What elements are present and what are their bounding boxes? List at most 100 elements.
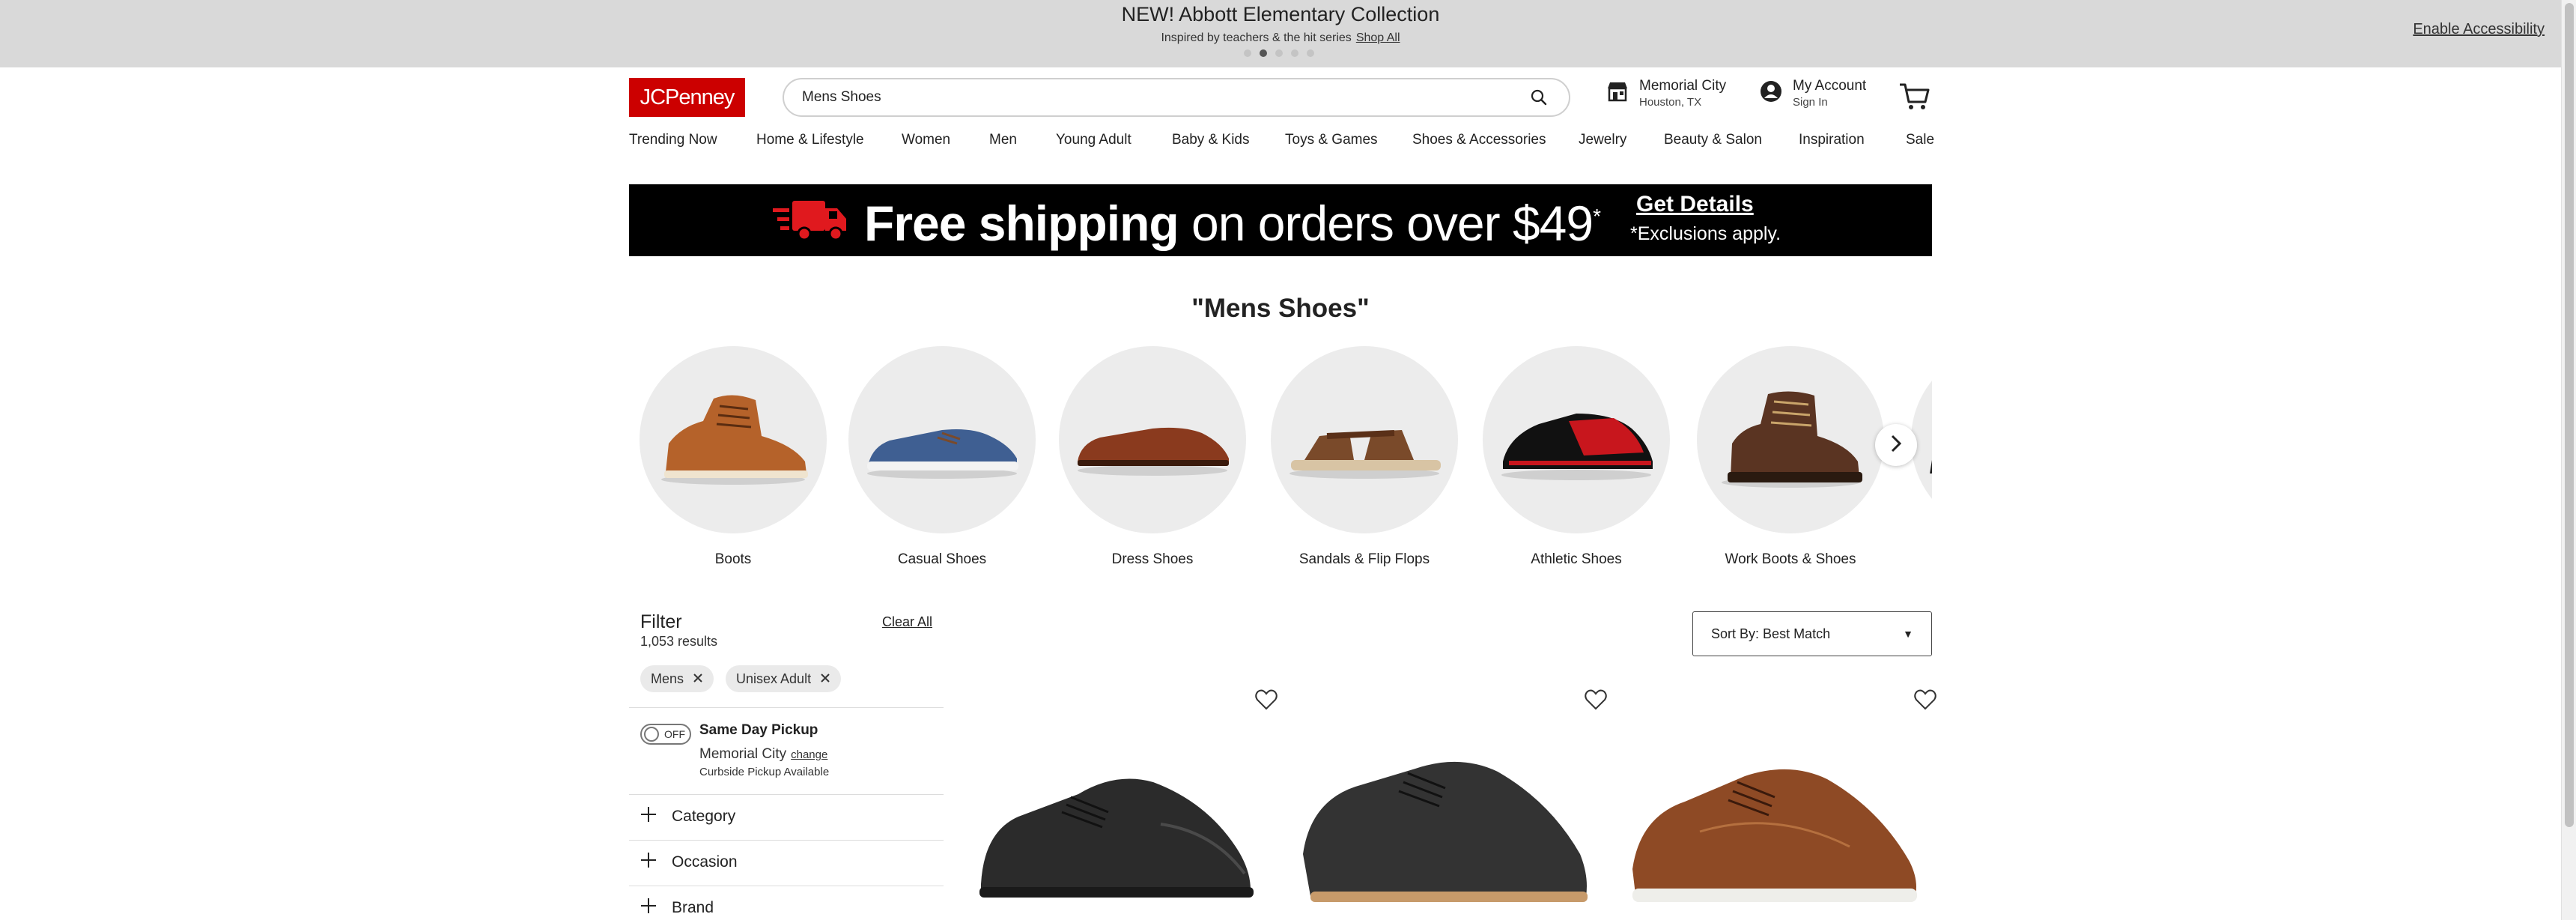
nav-item-men[interactable]: Men [989, 132, 1017, 148]
nav-item-jewelry[interactable]: Jewelry [1579, 132, 1626, 148]
delivery-truck-icon [771, 198, 849, 246]
account-label: My Account [1793, 78, 1867, 94]
clear-all-link[interactable]: Clear All [882, 614, 932, 630]
facet-label: Occasion [672, 853, 738, 871]
search-results-title: "Mens Shoes" [1191, 294, 1370, 323]
filter-chip-unisex-adult[interactable]: Unisex Adult [726, 665, 842, 692]
sort-dropdown[interactable]: Sort By: Best Match ▼ [1692, 611, 1932, 656]
scrollbar-thumb[interactable] [2565, 3, 2574, 827]
category-label: Athletic Shoes [1531, 551, 1622, 567]
chip-label: Unisex Adult [736, 671, 812, 686]
facet-label: Brand [672, 899, 714, 916]
get-details-link[interactable]: Get Details [1636, 192, 1754, 217]
store-text: Memorial City Houston, TX [1639, 78, 1726, 109]
result-count: 1,053 results [640, 634, 718, 649]
product-image [979, 778, 1254, 898]
close-icon[interactable] [820, 671, 830, 687]
filter-chip-mens[interactable]: Mens [640, 665, 714, 692]
category-image [1483, 346, 1670, 533]
account-text: My Account Sign In [1793, 78, 1866, 109]
divider [629, 840, 944, 841]
toggle-state: OFF [664, 728, 685, 740]
promo-dot[interactable] [1244, 49, 1251, 57]
category-image [1059, 346, 1246, 533]
carousel-next-button[interactable] [1875, 424, 1917, 466]
sign-in-link[interactable]: Sign In [1793, 96, 1866, 109]
category-label: Boots [714, 551, 752, 567]
nav-item-women[interactable]: Women [902, 132, 950, 148]
chip-label: Mens [651, 671, 684, 686]
store-name: Memorial City [1639, 78, 1727, 94]
category-label: Dress Shoes [1111, 551, 1194, 567]
category-tile-casual-shoes[interactable]: Casual Shoes [848, 346, 1036, 568]
facet-occasion[interactable]: Occasion [640, 852, 738, 873]
nav-item-home-lifestyle[interactable]: Home & Lifestyle [756, 132, 864, 148]
plus-icon [640, 898, 657, 919]
product-image [1303, 761, 1588, 902]
filter-heading: Filter [640, 611, 682, 632]
search-icon[interactable] [1524, 82, 1554, 112]
category-label: Sandals & Flip Flops [1298, 551, 1430, 567]
promo-dot[interactable] [1291, 49, 1298, 57]
heart-icon[interactable] [1585, 689, 1607, 714]
category-label: Casual Shoes [897, 551, 987, 567]
category-tile-boots[interactable]: Boots [640, 346, 827, 568]
nav-item-toys-games[interactable]: Toys & Games [1285, 132, 1378, 148]
banner-headline: Free shipping on orders over $49* [864, 195, 1601, 252]
category-image [1271, 346, 1458, 533]
category-tile-dress-shoes[interactable]: Dress Shoes [1059, 346, 1246, 568]
account-icon [1760, 80, 1782, 106]
jcpenney-logo[interactable]: JCPenney [629, 78, 745, 117]
nav-item-young-adult[interactable]: Young Adult [1056, 132, 1131, 148]
product-card[interactable] [1625, 682, 1939, 920]
store-selector[interactable]: Memorial City Houston, TX [1606, 78, 1726, 109]
page-scrollbar[interactable] [2561, 0, 2576, 920]
nav-item-sale[interactable]: Sale [1906, 132, 1934, 148]
search-bar [783, 78, 1570, 117]
category-tile-athletic-shoes[interactable]: Athletic Shoes [1483, 346, 1670, 568]
same-day-pickup-toggle[interactable]: OFF [640, 724, 691, 745]
facet-category[interactable]: Category [640, 806, 735, 827]
close-icon[interactable] [693, 671, 703, 687]
heart-icon[interactable] [1255, 689, 1278, 714]
cart-icon[interactable] [1898, 82, 1930, 115]
heart-icon[interactable] [1914, 689, 1936, 714]
banner-asterisk: * [1593, 205, 1601, 228]
account-menu[interactable]: My Account Sign In [1760, 78, 1866, 109]
category-tile-sandals-flip-flops[interactable]: Sandals & Flip Flops [1271, 346, 1458, 568]
promo-shop-all-link[interactable]: Shop All [1356, 31, 1400, 44]
store-location: Houston, TX [1639, 96, 1702, 109]
product-card[interactable] [966, 682, 1281, 920]
promo-dot[interactable] [1307, 49, 1314, 57]
search-input[interactable] [802, 89, 1524, 106]
promo-dot[interactable] [1275, 49, 1283, 57]
category-tile-work-boots[interactable]: Work Boots & Shoes [1697, 346, 1884, 568]
nav-item-baby-kids[interactable]: Baby & Kids [1172, 132, 1250, 148]
promo-subtitle-text: Inspired by teachers & the hit series [1161, 31, 1352, 44]
nav-item-shoes-accessories[interactable]: Shoes & Accessories [1412, 132, 1546, 148]
category-image [640, 346, 827, 533]
pickup-store-name: Memorial City [699, 746, 787, 762]
store-icon [1606, 81, 1629, 106]
nav-item-trending-now[interactable]: Trending Now [629, 132, 717, 148]
product-card[interactable] [1295, 682, 1610, 920]
caret-down-icon: ▼ [1903, 628, 1913, 640]
nav-item-beauty-salon[interactable]: Beauty & Salon [1664, 132, 1762, 148]
promo-dot-active[interactable] [1260, 49, 1267, 57]
active-filter-chips: Mens Unisex Adult [640, 665, 842, 692]
toggle-knob [644, 727, 659, 742]
divider [629, 794, 944, 795]
change-store-link[interactable]: change [791, 748, 827, 761]
main-nav: Trending Now Home & Lifestyle Women Men … [629, 132, 1934, 154]
promo-bar: NEW! Abbott Elementary Collection Inspir… [0, 0, 2561, 67]
plus-icon [640, 852, 657, 873]
free-shipping-banner[interactable]: Free shipping on orders over $49* Get De… [629, 184, 1932, 256]
facet-label: Category [672, 808, 736, 825]
promo-title: NEW! Abbott Elementary Collection [1121, 3, 1440, 25]
pickup-title: Same Day Pickup [699, 722, 818, 738]
enable-accessibility-link[interactable]: Enable Accessibility [2413, 21, 2545, 38]
curbside-note: Curbside Pickup Available [699, 766, 830, 778]
category-label: Work Boots & Shoes [1725, 551, 1856, 567]
nav-item-inspiration[interactable]: Inspiration [1799, 132, 1865, 148]
facet-brand[interactable]: Brand [640, 898, 714, 919]
